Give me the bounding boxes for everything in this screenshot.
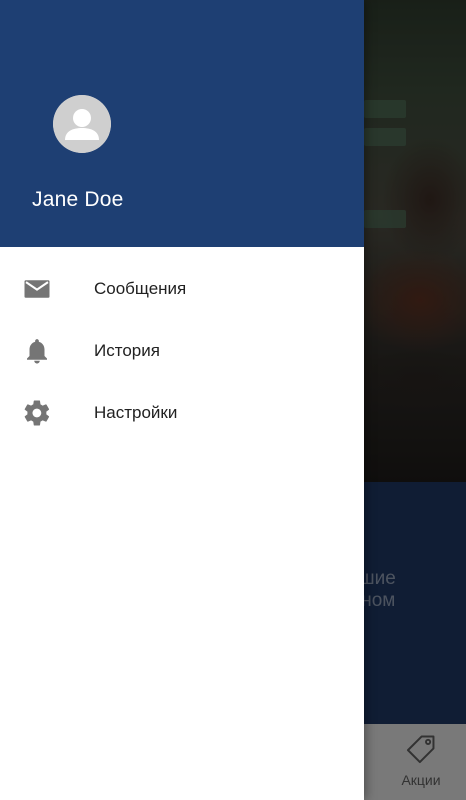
navigation-drawer: Jane Doe Сообщения История Настройки bbox=[0, 0, 364, 800]
mail-icon bbox=[22, 274, 52, 304]
user-name: Jane Doe bbox=[32, 188, 124, 211]
drawer-item-messages[interactable]: Сообщения bbox=[0, 258, 364, 320]
drawer-item-label: Сообщения bbox=[94, 279, 187, 298]
drawer-item-settings[interactable]: Настройки bbox=[0, 382, 364, 444]
drawer-header: Jane Doe bbox=[0, 0, 364, 247]
drawer-menu: Сообщения История Настройки bbox=[0, 258, 364, 444]
avatar[interactable] bbox=[53, 95, 111, 153]
user-avatar-icon bbox=[53, 95, 111, 153]
gear-icon bbox=[22, 398, 52, 428]
drawer-item-label: История bbox=[94, 341, 160, 360]
drawer-item-history[interactable]: История bbox=[0, 320, 364, 382]
drawer-item-label: Настройки bbox=[94, 403, 178, 422]
bell-icon bbox=[22, 336, 52, 366]
